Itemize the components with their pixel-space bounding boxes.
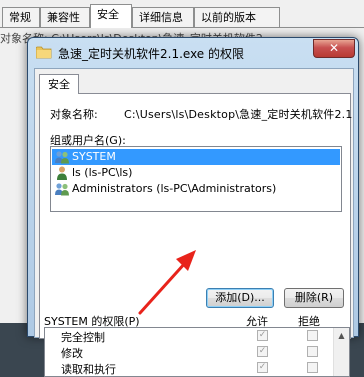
dialog-title: 急速_定时关机软件2.1.exe 的权限 — [58, 47, 245, 61]
deny-checkbox[interactable] — [307, 362, 318, 373]
permission-row-modify: 修改 ✓ — [45, 344, 335, 360]
dialog-titlebar[interactable]: 急速_定时关机软件2.1.exe 的权限 ✕ — [28, 38, 358, 68]
permission-name: 完全控制 — [61, 331, 105, 344]
user-name: SYSTEM — [72, 150, 116, 163]
user-name: Administrators (ls-PC\Administrators) — [72, 182, 277, 195]
add-button[interactable]: 添加(D)... — [206, 288, 274, 308]
users-group-icon — [55, 183, 69, 196]
users-group-icon — [55, 151, 69, 164]
list-item-ls[interactable]: ls (ls-PC\ls) — [52, 165, 340, 181]
permission-name: 读取和执行 — [61, 363, 116, 376]
dialog-body: 安全 对象名称: C:\Users\ls\Desktop\急速_定时关机软件2.… — [34, 68, 354, 377]
permission-row-read-execute: 读取和执行 ✓ — [45, 360, 335, 376]
close-button[interactable]: ✕ — [313, 39, 355, 58]
bg-tab-general[interactable]: 常规 — [2, 7, 40, 27]
deny-checkbox[interactable] — [307, 330, 318, 341]
allow-checkbox[interactable]: ✓ — [257, 330, 268, 341]
allow-checkbox[interactable]: ✓ — [257, 362, 268, 373]
scroll-up-icon[interactable]: ▲ — [334, 328, 349, 343]
close-icon: ✕ — [328, 41, 340, 55]
bg-tab-details[interactable]: 详细信息 — [132, 7, 194, 27]
folder-icon — [36, 46, 52, 59]
permission-name: 修改 — [61, 347, 83, 360]
bg-tab-compatibility[interactable]: 兼容性 — [40, 7, 90, 27]
list-item-system[interactable]: SYSTEM — [52, 149, 340, 165]
permission-row-full-control: 完全控制 ✓ — [45, 328, 335, 344]
bg-tab-previous-versions[interactable]: 以前的版本 — [194, 7, 280, 27]
remove-button[interactable]: 删除(R) — [284, 288, 344, 308]
object-name-label: 对象名称: — [50, 108, 98, 121]
allow-checkbox[interactable]: ✓ — [257, 346, 268, 357]
permissions-scrollbar[interactable]: ▲ — [333, 328, 349, 376]
permissions-dialog: 急速_定时关机软件2.1.exe 的权限 ✕ 安全 对象名称: C:\Users… — [27, 37, 359, 377]
object-name-value: C:\Users\ls\Desktop\急速_定时关机软件2.1 — [124, 108, 353, 121]
background-tab-bar: 常规 兼容性 安全 详细信息 以前的版本 — [0, 0, 364, 28]
user-name: ls (ls-PC\ls) — [72, 166, 133, 179]
user-list[interactable]: SYSTEM ls (ls-PC\ls) Administrators (ls-… — [50, 146, 342, 212]
permissions-table: 完全控制 ✓ 修改 ✓ 读取和执行 ✓ ▲ — [44, 327, 350, 377]
security-tab-page: 对象名称: C:\Users\ls\Desktop\急速_定时关机软件2.1 组… — [39, 93, 353, 377]
bg-tab-security[interactable]: 安全 — [90, 4, 132, 28]
deny-checkbox[interactable] — [307, 346, 318, 357]
user-icon — [57, 166, 67, 180]
tab-security[interactable]: 安全 — [39, 74, 79, 94]
bg-tab-divider — [0, 27, 364, 28]
list-item-administrators[interactable]: Administrators (ls-PC\Administrators) — [52, 181, 340, 197]
